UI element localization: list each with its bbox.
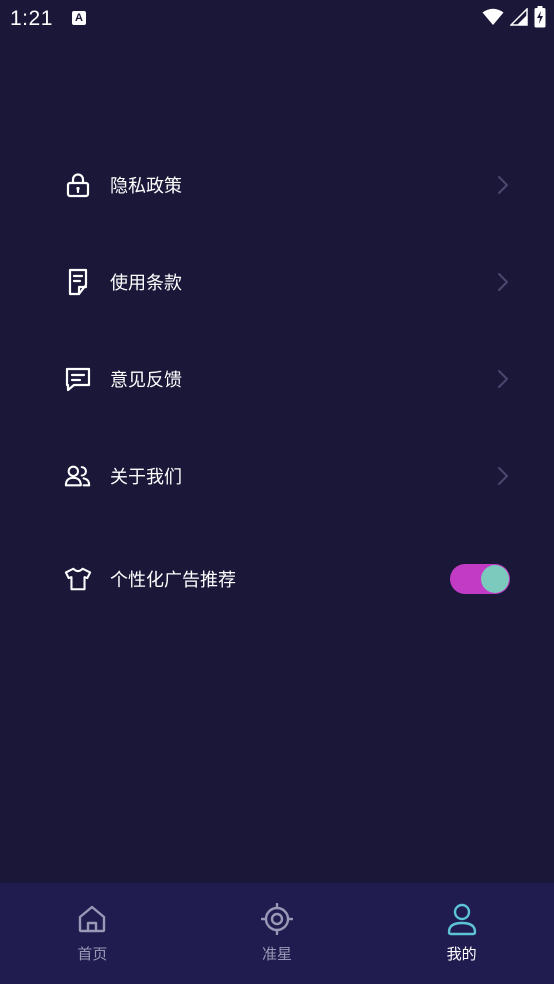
status-bar: 1:21 A	[0, 0, 554, 38]
chevron-right-icon	[496, 175, 510, 195]
nav-item-home[interactable]: 首页	[0, 883, 185, 984]
tshirt-icon	[64, 565, 92, 593]
menu-label: 使用条款	[110, 272, 182, 294]
nav-label: 首页	[77, 945, 108, 963]
menu-item-about-us[interactable]: 关于我们	[0, 427, 554, 524]
menu-item-personalized-ads: 个性化广告推荐	[0, 530, 554, 628]
menu-label: 意见反馈	[110, 369, 182, 391]
crosshair-icon	[260, 902, 294, 936]
menu-item-feedback[interactable]: 意见反馈	[0, 330, 554, 427]
lock-icon	[64, 171, 92, 199]
toggle-knob	[481, 565, 509, 593]
menu-label: 关于我们	[110, 466, 182, 488]
nav-item-profile[interactable]: 我的	[369, 883, 554, 984]
home-icon	[75, 902, 109, 936]
chevron-right-icon	[496, 466, 510, 486]
profile-icon	[445, 902, 479, 936]
chevron-right-icon	[496, 369, 510, 389]
settings-menu: 隐私政策 使用条款 意见反馈 关于我们	[0, 136, 554, 524]
status-icons	[482, 6, 546, 32]
document-icon	[64, 268, 92, 296]
chevron-right-icon	[496, 272, 510, 292]
wifi-icon	[482, 8, 504, 30]
battery-charging-icon	[534, 6, 546, 32]
bottom-nav: 首页 准星 我的	[0, 883, 554, 984]
notification-a-icon: A	[72, 11, 86, 25]
status-time: 1:21	[10, 7, 53, 30]
nav-item-crosshair[interactable]: 准星	[185, 883, 370, 984]
feedback-icon	[64, 365, 92, 393]
nav-label: 准星	[262, 945, 293, 963]
menu-label: 隐私政策	[110, 175, 182, 197]
signal-icon	[509, 7, 528, 30]
nav-label: 我的	[446, 945, 477, 963]
menu-item-privacy-policy[interactable]: 隐私政策	[0, 136, 554, 233]
menu-label: 个性化广告推荐	[110, 570, 236, 591]
menu-item-terms-of-use[interactable]: 使用条款	[0, 233, 554, 330]
personalized-ads-toggle[interactable]	[450, 564, 510, 594]
users-icon	[64, 462, 92, 490]
